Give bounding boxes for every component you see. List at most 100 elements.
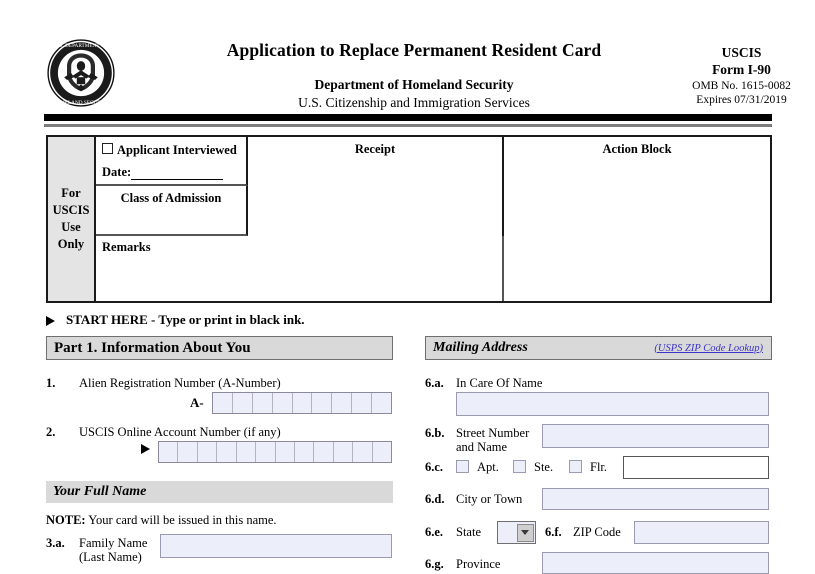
full-name-note: NOTE: Your card will be issued in this n… (46, 513, 277, 528)
q6b-label: Street Number and Name (456, 426, 529, 454)
form-header: U.S. DEPARTMENT OF HOMELAND SECURITY App… (44, 30, 791, 111)
interview-date-input[interactable] (131, 168, 224, 180)
remarks-label: Remarks (102, 240, 151, 254)
title-block: Application to Replace Permanent Residen… (154, 40, 674, 111)
account-number-cell[interactable] (314, 442, 334, 462)
ste-label: Ste. (534, 460, 554, 474)
form-id-block: USCIS Form I-90 OMB No. 1615-0082 Expire… (664, 44, 815, 108)
q6a-label: In Care Of Name (456, 376, 543, 390)
a-number-cell[interactable] (352, 393, 373, 413)
a-number-cell[interactable] (213, 393, 233, 413)
account-number-cell[interactable] (178, 442, 198, 462)
street-number-and-name-input[interactable] (542, 424, 769, 448)
q3a-label-line2: (Last Name) (79, 550, 142, 564)
usps-zip-code-lookup-link[interactable]: (USPS ZIP Code Lookup) (654, 343, 763, 354)
q6a-number: 6.a. (425, 376, 444, 390)
q6b-label-line1: Street Number (456, 426, 530, 440)
province-input[interactable] (542, 552, 769, 574)
svg-text:HOMELAND SECURITY: HOMELAND SECURITY (52, 100, 109, 106)
apt-label: Apt. (477, 460, 499, 474)
apt-checkbox[interactable] (456, 460, 469, 473)
account-number-cell[interactable] (353, 442, 373, 462)
state-dropdown-button[interactable] (516, 523, 534, 542)
uscis-use-only-label: For USCIS Use Only (48, 137, 96, 301)
applicant-interviewed-row: Applicant Interviewed (102, 143, 246, 158)
mailing-address-title: Mailing Address (433, 340, 528, 355)
start-here-text: START HERE - Type or print in black ink. (66, 312, 305, 327)
state-select[interactable] (497, 521, 536, 544)
remarks-cell[interactable]: Remarks (96, 236, 504, 301)
applicant-interviewed-label: Applicant Interviewed (117, 143, 237, 157)
flr-label: Flr. (590, 460, 608, 474)
part1-section-header: Part 1. Information About You (46, 336, 393, 360)
uscis-online-account-number-input[interactable] (158, 441, 392, 463)
a-number-input[interactable] (212, 392, 392, 414)
q6f-number: 6.f. (545, 525, 562, 539)
a-number-cell[interactable] (312, 393, 333, 413)
note-prefix: NOTE: (46, 513, 86, 527)
zip-code-input[interactable] (634, 521, 769, 544)
account-number-cell[interactable] (217, 442, 237, 462)
q6f-label: ZIP Code (573, 525, 621, 539)
apt-ste-flr-number-input[interactable] (623, 456, 769, 479)
account-number-cell[interactable] (237, 442, 257, 462)
triangle-right-small-icon (141, 444, 150, 454)
account-number-cell[interactable] (295, 442, 315, 462)
action-block-cell[interactable]: Action Block (504, 137, 770, 301)
a-number-prefix: A- (190, 395, 204, 410)
interview-date-label: Date: (102, 165, 132, 179)
q6e-label: State (456, 525, 481, 539)
a-number-cell[interactable] (253, 393, 273, 413)
agency-abbrev: USCIS (721, 45, 762, 60)
account-number-cell[interactable] (256, 442, 276, 462)
interview-date-row: Date: (102, 165, 246, 180)
ste-checkbox[interactable] (513, 460, 526, 473)
uscis-use-only-table: For USCIS Use Only Applicant Interviewed… (46, 135, 772, 303)
note-text: Your card will be issued in this name. (88, 513, 277, 527)
q1-label: Alien Registration Number (A-Number) (79, 376, 281, 390)
header-rule-black (44, 114, 772, 121)
svg-text:U.S. DEPARTMENT OF: U.S. DEPARTMENT OF (54, 43, 107, 49)
account-number-cell[interactable] (159, 442, 179, 462)
q1-number: 1. (46, 376, 56, 390)
triangle-right-icon (46, 316, 55, 327)
city-or-town-input[interactable] (542, 488, 769, 510)
header-rule-gray (44, 124, 772, 127)
flr-checkbox[interactable] (569, 460, 582, 473)
account-number-cell[interactable] (373, 442, 391, 462)
a-number-cell[interactable] (372, 393, 391, 413)
class-of-admission-label: Class of Admission (120, 191, 222, 205)
receipt-label: Receipt (354, 142, 396, 156)
applicant-interviewed-checkbox[interactable] (102, 143, 113, 154)
receipt-cell[interactable]: Receipt (248, 137, 504, 236)
mailing-address-section-header: Mailing Address (USPS ZIP Code Lookup) (425, 336, 772, 360)
applicant-interviewed-cell: Applicant Interviewed Date: (96, 137, 248, 186)
q6d-number: 6.d. (425, 492, 445, 506)
a-number-cell[interactable] (233, 393, 253, 413)
q6g-label: Province (456, 557, 501, 571)
q3a-label-line1: Family Name (79, 536, 148, 550)
account-number-cell[interactable] (334, 442, 354, 462)
q2-number: 2. (46, 425, 56, 439)
a-number-cell[interactable] (293, 393, 313, 413)
q6c-number: 6.c. (425, 460, 444, 474)
q2-label: USCIS Online Account Number (if any) (79, 425, 281, 439)
q6b-number: 6.b. (425, 426, 445, 440)
account-number-cell[interactable] (198, 442, 218, 462)
your-full-name-title: Your Full Name (53, 484, 147, 499)
in-care-of-name-input[interactable] (456, 392, 769, 416)
side-label-line-3: Use (61, 220, 81, 234)
a-number-cell[interactable] (273, 393, 293, 413)
a-number-cell[interactable] (332, 393, 353, 413)
omb-number: OMB No. 1615-0082 (692, 79, 791, 92)
department-name: Department of Homeland Security (314, 77, 514, 92)
family-name-input[interactable] (160, 534, 392, 558)
class-of-admission-cell[interactable]: Class of Admission (96, 186, 248, 236)
q3a-label: Family Name (Last Name) (79, 536, 147, 564)
page-title: Application to Replace Permanent Residen… (226, 40, 602, 60)
start-here-instruction: START HERE - Type or print in black ink. (46, 312, 305, 328)
form-page: U.S. DEPARTMENT OF HOMELAND SECURITY App… (0, 0, 815, 574)
part1-title: Part 1. Information About You (54, 339, 251, 356)
q6e-number: 6.e. (425, 525, 444, 539)
account-number-cell[interactable] (276, 442, 295, 462)
